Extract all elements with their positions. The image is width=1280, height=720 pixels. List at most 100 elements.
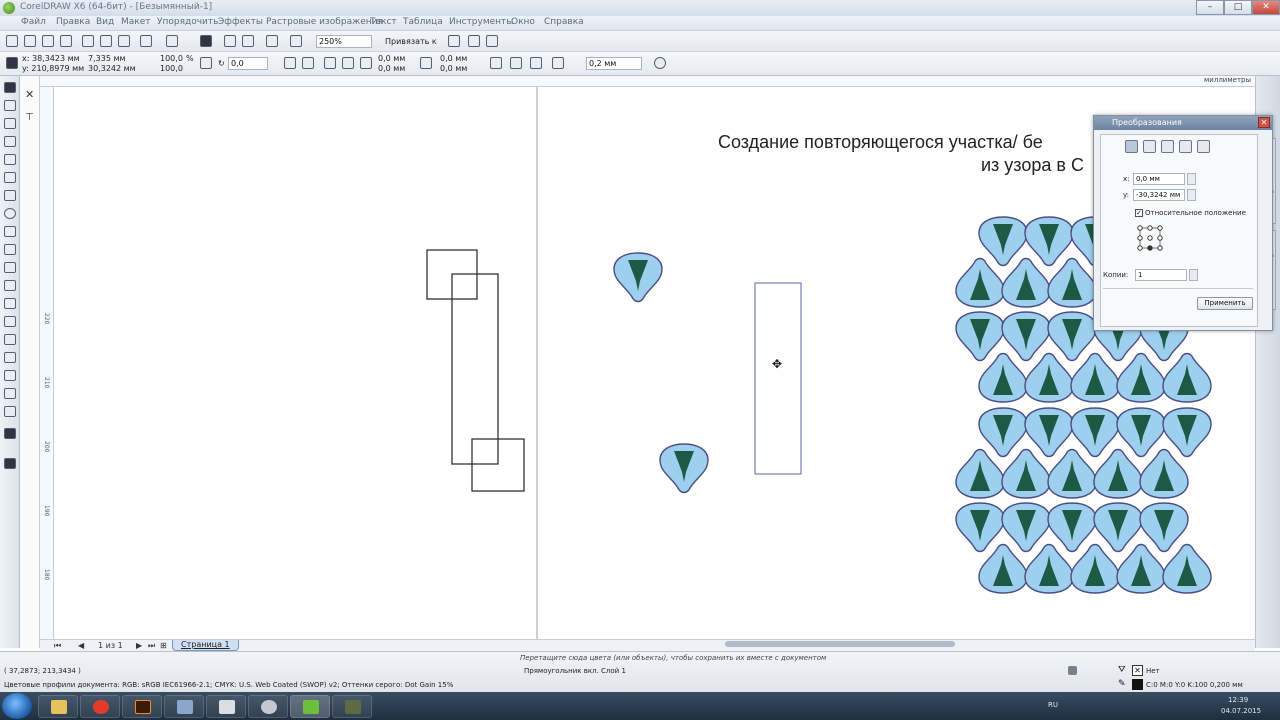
import-icon[interactable] (224, 35, 236, 47)
align-guides-icon[interactable] (448, 35, 460, 47)
fill-tool-icon[interactable] (4, 406, 16, 417)
clock-date[interactable]: 04.07.2015 (1221, 707, 1261, 715)
open-icon[interactable] (24, 35, 36, 47)
taskbar-explorer[interactable] (38, 695, 78, 718)
last-page-icon[interactable]: ⏭ (148, 641, 155, 651)
crop-tool-icon[interactable] (4, 118, 16, 129)
rotation-field[interactable]: 0,0 (228, 57, 268, 70)
chamfer-corner-icon[interactable] (360, 57, 372, 69)
corner-radius-4[interactable]: 0,0 мм (440, 64, 467, 73)
copy-icon[interactable] (100, 35, 112, 47)
first-page-icon[interactable]: ⏮ (54, 641, 61, 651)
outline-pen-icon[interactable] (552, 57, 564, 69)
menu-tools[interactable]: Инструменты (449, 17, 513, 27)
eyedropper-tool-icon[interactable] (4, 370, 16, 381)
pick-tool-icon[interactable] (4, 82, 16, 93)
fullscreen-preview-icon[interactable] (290, 35, 302, 47)
add-page-icon[interactable]: ⊞ (160, 641, 167, 650)
y-spinner[interactable] (1187, 189, 1196, 201)
no-fill-swatch[interactable]: ✕ (1132, 665, 1143, 676)
corner-radius-3[interactable]: 0,0 мм (440, 54, 467, 63)
x-offset-field[interactable]: 0,0 мм (1133, 173, 1185, 185)
outline-tool-icon[interactable] (4, 388, 16, 399)
x-spinner[interactable] (1187, 173, 1196, 185)
taskbar-calculator[interactable] (206, 695, 246, 718)
quick-customize-icon[interactable] (654, 57, 666, 69)
docker-close-icon[interactable]: ✕ (1258, 117, 1270, 128)
print-icon[interactable] (60, 35, 72, 47)
taskbar-media[interactable] (248, 695, 288, 718)
rotate-mode-icon[interactable] (1143, 140, 1156, 153)
copies-spinner[interactable] (1189, 269, 1198, 281)
height-field[interactable]: 30,3242 мм (88, 64, 136, 73)
close-flyout-icon[interactable]: ✕ (25, 88, 34, 101)
mirror-horizontal-icon[interactable] (284, 57, 296, 69)
minimize-button[interactable]: – (1196, 0, 1224, 15)
page-tab[interactable]: Страница 1 (172, 640, 239, 651)
menu-file[interactable]: Файл (21, 17, 46, 27)
dimension-tool-icon[interactable] (4, 298, 16, 309)
menu-bitmaps[interactable]: Растровые изображения (266, 17, 383, 27)
paste-icon[interactable] (118, 35, 130, 47)
export-icon[interactable] (242, 35, 254, 47)
taskbar-coreldraw[interactable] (290, 695, 330, 718)
taskbar-mail[interactable] (164, 695, 204, 718)
text-tool-icon[interactable] (4, 262, 16, 273)
copies-field[interactable]: 1 (1135, 269, 1187, 281)
convert-curves-icon[interactable] (530, 57, 542, 69)
shape-tool-icon[interactable] (4, 100, 16, 111)
start-button[interactable] (2, 693, 32, 719)
smart-fill-tool-icon[interactable] (4, 172, 16, 183)
menu-arrange[interactable]: Упорядочить (157, 17, 218, 27)
pin-icon[interactable]: ⊤ (25, 112, 34, 123)
x-position-field[interactable]: x: 38,3423 мм (22, 54, 80, 63)
zoom-tool-icon[interactable] (4, 136, 16, 147)
ellipse-tool-icon[interactable] (4, 208, 16, 219)
freehand-tool-icon[interactable] (4, 154, 16, 165)
transparency-tool-icon[interactable] (4, 352, 16, 363)
undo-icon[interactable] (140, 35, 152, 47)
menu-layout[interactable]: Макет (121, 17, 151, 27)
menu-window[interactable]: Окно (511, 17, 535, 27)
position-mode-icon[interactable] (1125, 140, 1138, 153)
blend-tool-icon[interactable] (4, 334, 16, 345)
scallop-corner-icon[interactable] (342, 57, 354, 69)
menu-table[interactable]: Таблица (403, 17, 443, 27)
prev-page-icon[interactable]: ◀ (78, 641, 84, 650)
new-document-icon[interactable] (6, 35, 18, 47)
anchor-grid[interactable] (1137, 225, 1163, 251)
table-tool-icon[interactable] (4, 280, 16, 291)
menu-text[interactable]: Текст (370, 17, 397, 27)
zoom-level-select[interactable]: 250% (316, 35, 372, 48)
scale-y-field[interactable]: 100,0 (160, 64, 183, 73)
vertical-ruler[interactable]: 220 210 200 190 180 (40, 87, 54, 639)
interactive-fill-icon[interactable] (4, 458, 16, 469)
connector-tool-icon[interactable] (4, 316, 16, 327)
launcher-icon[interactable] (266, 35, 278, 47)
mirror-vertical-icon[interactable] (302, 57, 314, 69)
language-indicator[interactable]: RU (1048, 701, 1058, 709)
color-profiles[interactable]: Цветовые профили документа: RGB: sRGB IE… (4, 681, 453, 689)
snap-to-dropdown[interactable]: Привязать к (385, 37, 437, 46)
outline-width-select[interactable]: 0,2 мм (586, 57, 642, 70)
scale-mode-icon[interactable] (1161, 140, 1174, 153)
horizontal-scrollbar[interactable] (725, 641, 955, 647)
apply-button[interactable]: Применить (1197, 297, 1253, 310)
menu-help[interactable]: Справка (544, 17, 584, 27)
polygon-tool-icon[interactable] (4, 226, 16, 237)
wrap-text-icon[interactable] (510, 57, 522, 69)
taskbar-illustrator[interactable] (122, 695, 162, 718)
cut-icon[interactable] (82, 35, 94, 47)
scale-x-field[interactable]: 100,0 (160, 54, 183, 63)
close-button[interactable]: ✕ (1252, 0, 1280, 15)
clock-time[interactable]: 12:39 (1228, 696, 1248, 704)
corner-radius-2[interactable]: 0,0 мм (378, 64, 405, 73)
taskbar-app[interactable] (332, 695, 372, 718)
menu-effects[interactable]: Эффекты (218, 17, 263, 27)
smart-fill-icon[interactable] (4, 428, 16, 439)
size-mode-icon[interactable] (1179, 140, 1192, 153)
lock-ratio-icon[interactable] (200, 57, 212, 69)
menu-edit[interactable]: Правка (56, 17, 90, 27)
docker-header[interactable]: Преобразования (1094, 116, 1272, 130)
relative-scaling-icon[interactable] (490, 57, 502, 69)
